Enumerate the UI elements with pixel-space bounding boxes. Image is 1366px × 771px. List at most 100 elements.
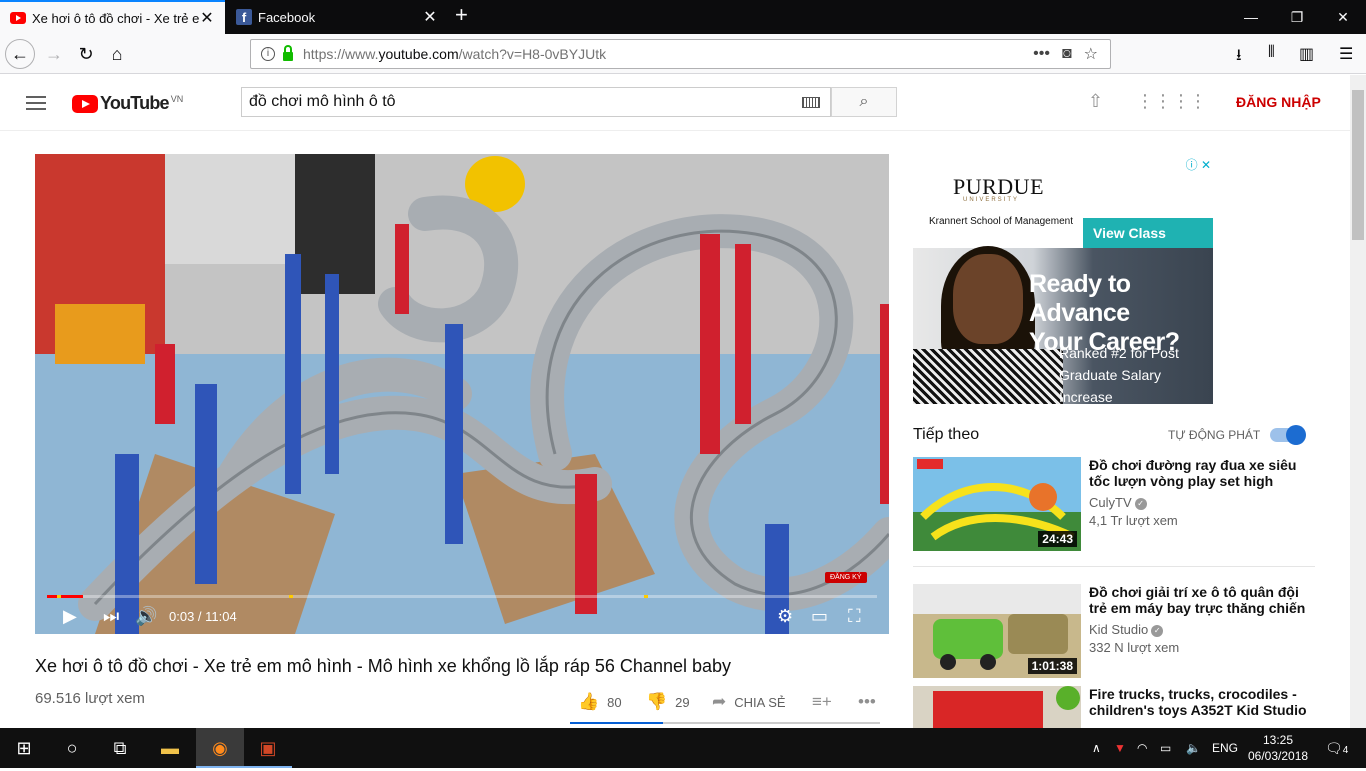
- windows-start-icon[interactable]: ⊞: [0, 728, 48, 768]
- recommended-video[interactable]: Fire trucks, trucks, crocodiles - childr…: [913, 686, 1313, 728]
- network-icon[interactable]: ◠: [1137, 728, 1147, 768]
- url-text[interactable]: https://www.youtube.com/watch?v=H8-0vBYJ…: [303, 46, 1033, 62]
- video-player[interactable]: ĐĂNG KÝ ▶ ⏭ 🔊 0:03 / 11:04 ⚙ ▭ ⛶: [35, 154, 889, 634]
- toggle-knob: [1286, 425, 1306, 445]
- page-scrollbar[interactable]: [1350, 75, 1366, 728]
- autoplay-label: TỰ ĐỘNG PHÁT: [1168, 428, 1261, 442]
- like-button[interactable]: 👍 80: [578, 692, 622, 712]
- volume-icon[interactable]: 🔊: [135, 606, 157, 627]
- dislike-button[interactable]: 👎 29: [646, 692, 690, 712]
- tray-app-icon[interactable]: ▼: [1114, 728, 1126, 768]
- navigation-toolbar: ← → ↻ ⌂ i https://www.youtube.com/watch?…: [0, 34, 1366, 74]
- next-icon[interactable]: ⏭: [103, 606, 119, 627]
- menu-icon[interactable]: ☰: [1339, 44, 1353, 64]
- upload-icon[interactable]: ⇧: [1088, 91, 1103, 112]
- time-display: 0:03 / 11:04: [169, 609, 237, 624]
- search-input[interactable]: đồ chơi mô hình ô tô: [241, 87, 831, 117]
- duration-badge: 1:01:38: [1027, 658, 1077, 674]
- signin-button[interactable]: ĐĂNG NHẬP: [1236, 94, 1321, 110]
- restore-icon[interactable]: ❐: [1274, 0, 1320, 34]
- fullscreen-icon[interactable]: ⛶: [848, 606, 861, 627]
- forward-icon[interactable]: →: [40, 40, 68, 68]
- page-actions-icon[interactable]: •••: [1033, 45, 1050, 63]
- ad-marker: [644, 595, 648, 598]
- autoplay-toggle[interactable]: [1270, 425, 1306, 445]
- tray-expand-icon[interactable]: ∧: [1092, 728, 1101, 768]
- ad-marker: [289, 595, 293, 598]
- windows-taskbar: ⊞ ○ ⧉ ▬ ◉ ▣ ∧ ▼ ◠ ▭ 🔈 ENG 13:25 06/03/201…: [0, 728, 1366, 768]
- ad-cta-button[interactable]: View Class Profile ›: [1083, 218, 1213, 271]
- share-button[interactable]: ➦ CHIA SẺ: [712, 692, 786, 712]
- file-explorer-icon[interactable]: ▬: [146, 728, 194, 768]
- progress-bar[interactable]: [47, 595, 877, 598]
- up-next-heading: Tiếp theo: [913, 426, 980, 443]
- cortana-search-icon[interactable]: ○: [48, 728, 96, 768]
- view-count: 69.516 lượt xem: [35, 690, 145, 707]
- powerpoint-icon[interactable]: ▣: [244, 728, 292, 768]
- close-window-icon[interactable]: ✕: [1320, 0, 1366, 34]
- tab-youtube[interactable]: Xe hơi ô tô đồ chơi - Xe trẻ em ✕: [0, 0, 225, 34]
- address-bar[interactable]: i https://www.youtube.com/watch?v=H8-0vB…: [250, 39, 1111, 69]
- ad-brand-sub: UNIVERSITY: [963, 197, 1020, 203]
- recommended-video[interactable]: 24:43 Đồ chơi đường ray đua xe siêu tốc …: [913, 457, 1313, 551]
- apps-grid-icon[interactable]: ⋮⋮⋮: [1136, 91, 1190, 112]
- guide-menu-icon[interactable]: [26, 96, 46, 110]
- search-button[interactable]: ⌕: [831, 87, 897, 117]
- reload-icon[interactable]: ↻: [72, 40, 100, 68]
- pocket-icon[interactable]: ◙: [1062, 45, 1072, 63]
- tab-facebook[interactable]: f Facebook ✕: [226, 0, 448, 34]
- scrollbar-thumb[interactable]: [1352, 90, 1364, 240]
- tab-title: Facebook: [258, 9, 316, 25]
- close-tab-icon[interactable]: ✕: [199, 8, 215, 28]
- back-icon[interactable]: ←: [5, 39, 35, 69]
- channel-name[interactable]: CulyTV ✓: [1089, 495, 1147, 510]
- ad-school: Krannert School of Management: [929, 216, 1073, 227]
- duration-badge: 24:43: [1038, 531, 1077, 547]
- battery-icon[interactable]: ▭: [1160, 728, 1171, 768]
- recommended-title[interactable]: Đồ chơi giải trí xe ô tô quân đội trẻ em…: [1089, 584, 1309, 616]
- keyboard-icon[interactable]: [802, 97, 820, 108]
- subscribe-watermark[interactable]: ĐĂNG KÝ: [825, 572, 867, 583]
- region-label: VN: [170, 93, 184, 104]
- home-icon[interactable]: ⌂: [103, 40, 131, 68]
- info-icon[interactable]: i: [261, 47, 275, 61]
- close-tab-icon[interactable]: ✕: [422, 7, 438, 27]
- recommended-title[interactable]: Đồ chơi đường ray đua xe siêu tốc lượn v…: [1089, 457, 1309, 489]
- add-to-playlist-button[interactable]: ≡+: [812, 692, 840, 712]
- settings-gear-icon[interactable]: ⚙: [777, 606, 793, 627]
- recommended-title[interactable]: Fire trucks, trucks, crocodiles - childr…: [1089, 686, 1309, 718]
- download-icon[interactable]: ⭳: [1236, 44, 1242, 71]
- recommended-views: 4,1 Tr lượt xem: [1089, 513, 1178, 528]
- sentiment-fill: [570, 722, 663, 724]
- action-center-icon[interactable]: 🗨4: [1325, 728, 1348, 768]
- verified-icon: ✓: [1134, 497, 1147, 510]
- youtube-logo[interactable]: YouTube VN: [72, 93, 183, 114]
- channel-name[interactable]: Kid Studio ✓: [1089, 622, 1164, 637]
- volume-muted-icon[interactable]: 🔈: [1186, 728, 1201, 768]
- settings-more-icon[interactable]: ⋮: [1189, 91, 1207, 112]
- task-view-icon[interactable]: ⧉: [96, 728, 144, 768]
- tab-bar: Xe hơi ô tô đồ chơi - Xe trẻ em ✕ f Face…: [0, 0, 1366, 34]
- recommended-views: 332 N lượt xem: [1089, 640, 1180, 655]
- sidebar-icon[interactable]: ▥: [1299, 44, 1314, 64]
- minimize-icon[interactable]: —: [1228, 0, 1274, 34]
- language-indicator[interactable]: ENG: [1212, 728, 1238, 768]
- new-tab-icon[interactable]: +: [455, 2, 468, 28]
- bookmark-star-icon[interactable]: ☆: [1084, 44, 1098, 64]
- logo-text: YouTube: [100, 93, 170, 113]
- firefox-icon[interactable]: ◉: [196, 728, 244, 768]
- video-thumbnail[interactable]: [913, 686, 1081, 728]
- facebook-icon: f: [236, 9, 252, 25]
- theater-mode-icon[interactable]: ▭: [811, 606, 828, 627]
- thumbs-down-icon: 👎: [646, 692, 668, 711]
- ad-choices-icon[interactable]: ⓘ ✕: [1186, 156, 1211, 173]
- play-icon[interactable]: ▶: [63, 606, 77, 627]
- display-ad[interactable]: PURDUE UNIVERSITY Krannert School of Man…: [913, 154, 1213, 404]
- more-actions-button[interactable]: •••: [858, 692, 884, 712]
- recommended-video[interactable]: 1:01:38 Đồ chơi giải trí xe ô tô quân độ…: [913, 584, 1313, 678]
- lock-icon: [283, 45, 293, 61]
- video-thumbnail[interactable]: 1:01:38: [913, 584, 1081, 678]
- clock[interactable]: 13:25 06/03/2018: [1248, 732, 1308, 764]
- library-icon[interactable]: ⫴: [1268, 44, 1275, 62]
- video-thumbnail[interactable]: 24:43: [913, 457, 1081, 551]
